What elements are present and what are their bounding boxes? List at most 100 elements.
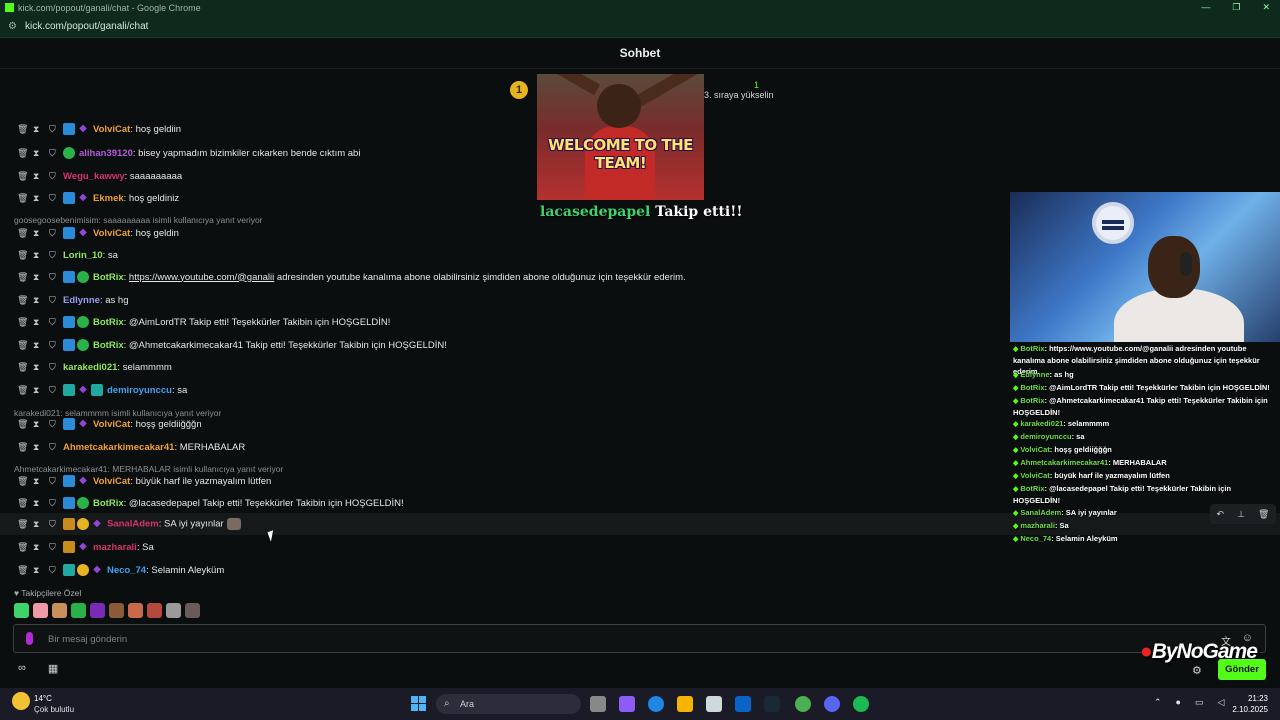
clock-date[interactable]: 2.10.2025 <box>1230 704 1268 715</box>
emote-shortcut-icon[interactable] <box>109 603 124 618</box>
ban-icon[interactable]: ⛉ <box>49 519 56 530</box>
url-text[interactable]: kick.com/popout/ganali/chat <box>25 21 148 32</box>
delete-message-icon[interactable]: 🗑 <box>17 148 28 158</box>
ban-icon[interactable]: ⛉ <box>49 272 56 283</box>
chat-mode-icon[interactable]: ∞ <box>18 662 26 675</box>
delete-message-icon[interactable]: 🗑 <box>17 295 28 305</box>
delete-message-icon[interactable]: 🗑 <box>17 442 28 452</box>
delete-message-icon[interactable]: 🗑 <box>17 171 28 181</box>
emote-shortcut-icon[interactable] <box>147 603 162 618</box>
emote-shortcut-icon[interactable] <box>71 603 86 618</box>
timeout-icon[interactable]: ⧗ <box>33 124 39 135</box>
username[interactable]: Lorin_10 <box>63 250 103 261</box>
delete-message-icon[interactable]: 🗑 <box>17 250 28 260</box>
timeout-icon[interactable]: ⧗ <box>33 565 39 576</box>
timeout-icon[interactable]: ⧗ <box>33 340 39 351</box>
tray-chevron-icon[interactable]: ⌃ <box>1154 697 1162 708</box>
emote-shortcut-icon[interactable] <box>14 603 29 618</box>
steam-icon[interactable] <box>764 696 780 712</box>
restore-button[interactable]: ❐ <box>1232 2 1240 13</box>
username[interactable]: Ahmetcakarkimecakar41 <box>63 442 174 453</box>
delete-message-icon[interactable]: 🗑 <box>17 317 28 327</box>
ban-icon[interactable]: ⛉ <box>49 148 56 159</box>
outlook-icon[interactable] <box>735 696 751 712</box>
username[interactable]: VolviCat <box>93 419 130 430</box>
message-link[interactable]: https://www.youtube.com/@ganalii <box>129 272 274 283</box>
username[interactable]: VolviCat <box>93 476 130 487</box>
ban-icon[interactable]: ⛉ <box>49 340 56 351</box>
ban-icon[interactable]: ⛉ <box>49 193 56 204</box>
start-button[interactable] <box>411 696 426 711</box>
timeout-icon[interactable]: ⧗ <box>33 542 39 553</box>
microphone-icon[interactable] <box>26 632 33 645</box>
store-app-icon[interactable] <box>706 696 722 712</box>
ban-icon[interactable]: ⛉ <box>49 565 56 576</box>
delete-message-icon[interactable]: 🗑 <box>17 124 28 134</box>
delete-message-icon[interactable]: 🗑 <box>17 340 28 350</box>
timeout-icon[interactable]: ⧗ <box>33 193 39 204</box>
close-button[interactable]: ✕ <box>1262 2 1270 13</box>
emote-shortcut-icon[interactable] <box>128 603 143 618</box>
ban-icon[interactable]: ⛉ <box>49 171 56 182</box>
emote-shortcut-icon[interactable] <box>33 603 48 618</box>
discord-icon[interactable] <box>824 696 840 712</box>
delete-message-icon[interactable]: 🗑 <box>17 362 28 372</box>
delete-message-icon[interactable]: 🗑 <box>17 565 28 575</box>
taskbar-search[interactable]: ⌕ Ara <box>436 694 581 714</box>
ban-icon[interactable]: ⛉ <box>49 385 56 396</box>
username[interactable]: VolviCat <box>93 228 130 239</box>
username[interactable]: BotRix <box>93 340 124 351</box>
emote-shortcut-icon[interactable] <box>166 603 181 618</box>
emote-shortcut-icon[interactable] <box>52 603 67 618</box>
chat-message[interactable]: 🗑 ⧗ ⛉ ◆ Neco_74: Selamin Aleyküm <box>0 559 1280 581</box>
timeout-icon[interactable]: ⧗ <box>33 171 39 182</box>
send-button[interactable]: Gönder <box>1218 659 1266 680</box>
address-bar[interactable]: ⚙ kick.com/popout/ganali/chat <box>0 16 1280 38</box>
timeout-icon[interactable]: ⧗ <box>33 476 39 487</box>
emote-shortcut-icon[interactable] <box>90 603 105 618</box>
file-explorer-icon[interactable] <box>677 696 693 712</box>
delete-message-icon[interactable]: 🗑 <box>17 272 28 282</box>
edge-icon[interactable] <box>648 696 664 712</box>
spotify-icon[interactable] <box>853 696 869 712</box>
ban-icon[interactable]: ⛉ <box>49 295 56 306</box>
timeout-icon[interactable]: ⧗ <box>33 148 39 159</box>
username[interactable]: mazharali <box>93 542 137 553</box>
username[interactable]: Ekmek <box>93 193 124 204</box>
username[interactable]: demiroyunccu <box>107 385 172 396</box>
delete-message-icon[interactable]: 🗑 <box>17 193 28 203</box>
emote-bar[interactable] <box>14 603 200 618</box>
task-view-icon[interactable] <box>590 696 606 712</box>
timeout-icon[interactable]: ⧗ <box>33 250 39 261</box>
copilot-icon[interactable] <box>619 696 635 712</box>
emote-shortcut-icon[interactable] <box>185 603 200 618</box>
ban-icon[interactable]: ⛉ <box>49 362 56 373</box>
username[interactable]: Wegu_kawwy <box>63 171 125 182</box>
timeout-icon[interactable]: ⧗ <box>33 498 39 509</box>
timeout-icon[interactable]: ⧗ <box>33 442 39 453</box>
ban-icon[interactable]: ⛉ <box>49 250 56 261</box>
username[interactable]: SanalAdem <box>107 519 159 530</box>
timeout-icon[interactable]: ⧗ <box>33 362 39 373</box>
message-input[interactable]: Bir mesaj gönderin 文 ☺ <box>13 624 1266 653</box>
minimize-button[interactable]: — <box>1201 2 1210 13</box>
ban-icon[interactable]: ⛉ <box>49 124 56 135</box>
delete-message-icon[interactable]: 🗑 <box>17 498 28 508</box>
timeout-icon[interactable]: ⧗ <box>33 419 39 430</box>
search-placeholder[interactable]: Ara <box>460 699 474 709</box>
weather-desc[interactable]: Çok bulutlu <box>34 705 74 714</box>
mic-tray-icon[interactable]: ● <box>1176 697 1181 708</box>
chrome-icon[interactable] <box>795 696 811 712</box>
ban-icon[interactable]: ⛉ <box>49 498 56 509</box>
store-icon[interactable]: ▦ <box>48 662 58 675</box>
timeout-icon[interactable]: ⧗ <box>33 228 39 239</box>
ban-icon[interactable]: ⛉ <box>49 419 56 430</box>
ban-icon[interactable]: ⛉ <box>49 442 56 453</box>
delete-message-icon[interactable]: 🗑 <box>17 228 28 238</box>
delete-message-icon[interactable]: 🗑 <box>17 519 28 529</box>
username[interactable]: VolviCat <box>93 124 130 135</box>
clock-time[interactable]: 21:23 <box>1230 693 1268 704</box>
username[interactable]: karakedi021 <box>63 362 117 373</box>
timeout-icon[interactable]: ⧗ <box>33 317 39 328</box>
volume-icon[interactable]: ◁ <box>1218 697 1225 708</box>
